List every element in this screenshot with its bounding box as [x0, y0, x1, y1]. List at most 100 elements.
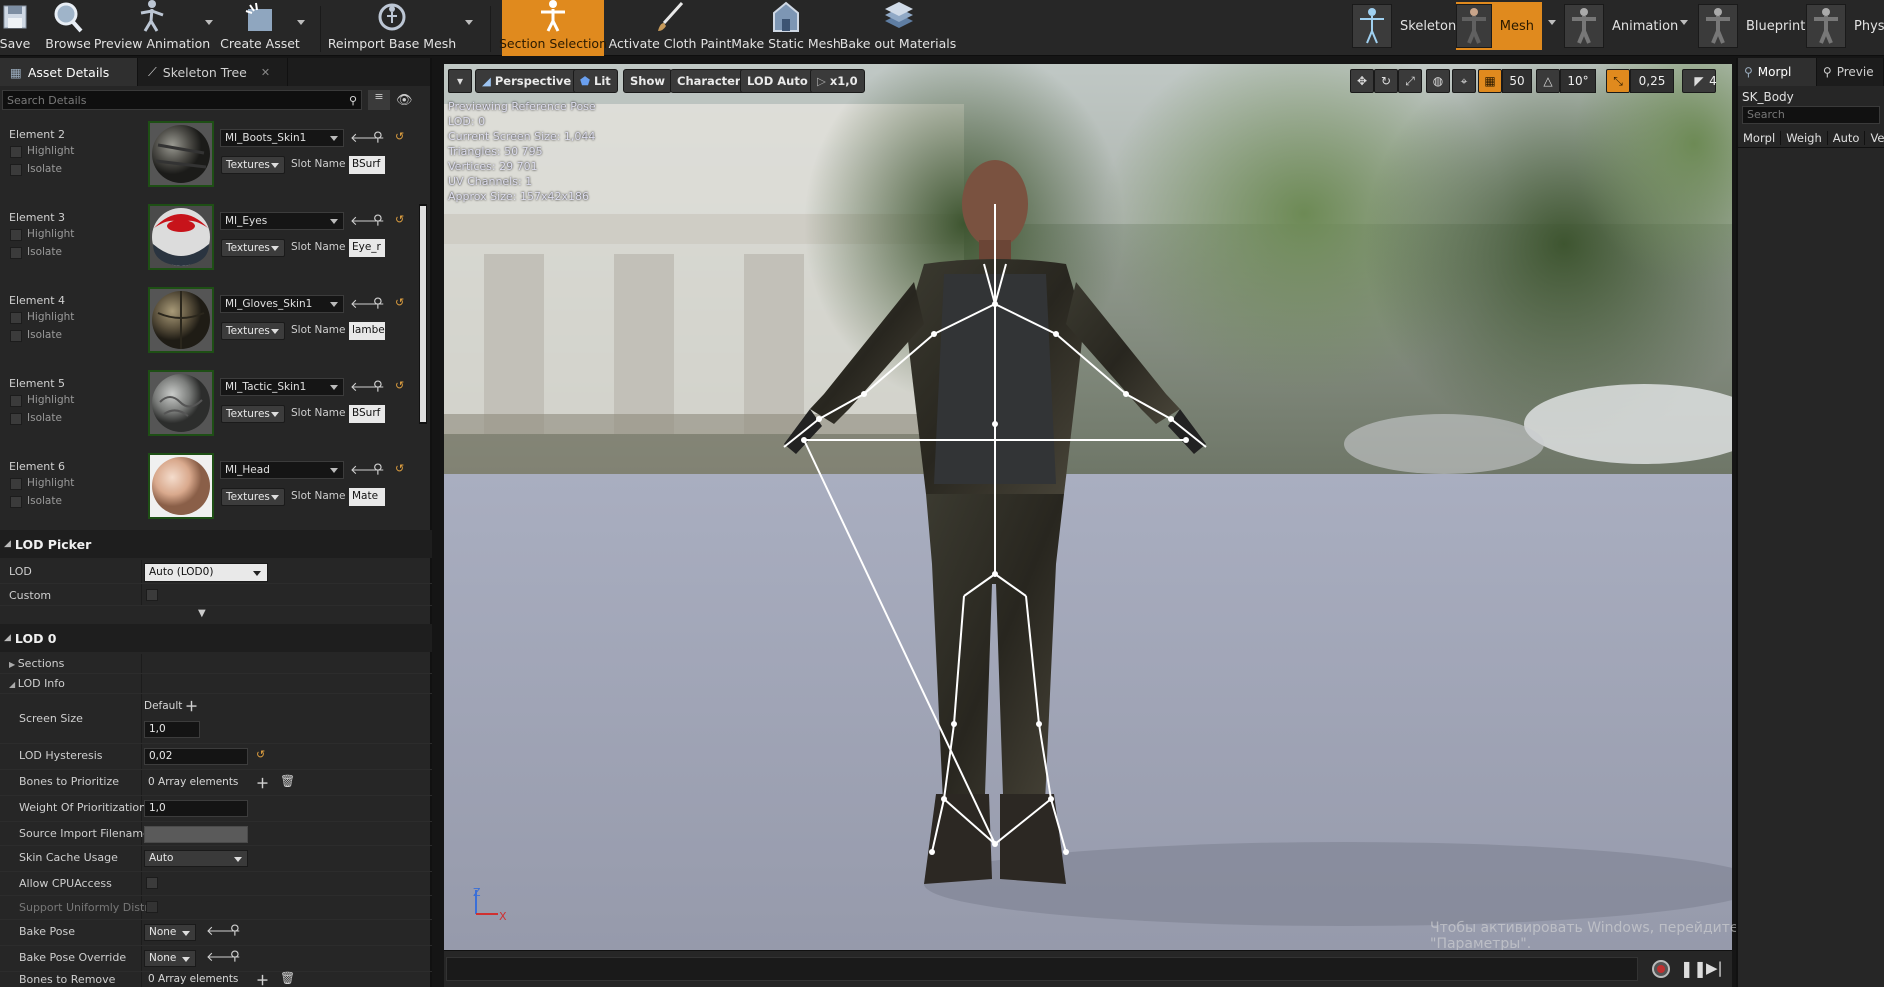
viewport[interactable]: [444, 64, 1732, 950]
tab-asset-details[interactable]: ▦ Asset Details: [0, 58, 138, 86]
tab-morph-target[interactable]: ⚲ Morpl: [1738, 58, 1817, 86]
allow-cpu-access-checkbox[interactable]: [146, 877, 158, 889]
lod-info-row[interactable]: ◢ LOD Info: [0, 674, 432, 694]
material-select[interactable]: MI_Head: [220, 461, 344, 479]
custom-checkbox[interactable]: [146, 589, 158, 601]
morph-search-input[interactable]: Search: [1742, 106, 1880, 124]
column-auto[interactable]: Auto: [1828, 130, 1866, 145]
rotation-snap-value[interactable]: 10°: [1560, 69, 1596, 93]
save-button[interactable]: Save: [0, 0, 30, 56]
slot-name-input[interactable]: Mate: [349, 488, 385, 506]
browse-magnifier-icon[interactable]: ⚲: [373, 296, 383, 311]
add-icon[interactable]: ＋: [185, 696, 198, 715]
eye-icon[interactable]: 👁: [396, 93, 413, 108]
bake-pose-override-select[interactable]: None: [144, 950, 196, 967]
create-asset-button[interactable]: Create Asset: [220, 0, 300, 56]
pause-icon[interactable]: ❚❚: [1680, 959, 1707, 978]
grid-snap-value[interactable]: 50: [1502, 69, 1532, 93]
scale-icon[interactable]: ⤢: [1398, 69, 1422, 93]
camera-speed-value[interactable]: 4: [1704, 69, 1722, 93]
isolate-checkbox[interactable]: [10, 413, 22, 425]
textures-dropdown[interactable]: Textures: [221, 239, 285, 257]
support-uniformly-checkbox[interactable]: [146, 901, 158, 913]
material-select[interactable]: MI_Tactic_Skin1: [220, 378, 344, 396]
material-thumbnail[interactable]: [148, 453, 214, 519]
reset-to-default-icon[interactable]: ↺: [395, 130, 404, 143]
trash-icon[interactable]: 🗑: [280, 971, 295, 985]
textures-dropdown[interactable]: Textures: [221, 488, 285, 506]
browse-magnifier-icon[interactable]: ⚲: [373, 213, 383, 228]
scale-snap-icon[interactable]: ⤡: [1606, 69, 1630, 93]
add-icon[interactable]: ＋: [256, 773, 269, 792]
mode-mesh-button[interactable]: Mesh: [1456, 2, 1542, 50]
tab-preview-settings[interactable]: ⚲ Previe: [1817, 58, 1884, 86]
column-vertices[interactable]: Ver: [1865, 131, 1884, 145]
source-import-filename-input[interactable]: [144, 826, 248, 843]
slot-name-input[interactable]: lambe: [349, 322, 385, 340]
grid-snap-icon[interactable]: ▦: [1478, 69, 1502, 93]
isolate-checkbox[interactable]: [10, 330, 22, 342]
character-button[interactable]: Character: [670, 69, 748, 93]
material-select[interactable]: MI_Gloves_Skin1: [220, 295, 344, 313]
translate-icon[interactable]: ✥: [1350, 69, 1374, 93]
lod-auto-button[interactable]: LOD Auto: [740, 69, 815, 93]
highlight-checkbox[interactable]: [10, 229, 22, 241]
slot-name-input[interactable]: Eye_r: [349, 239, 385, 257]
trash-icon[interactable]: 🗑: [280, 774, 295, 788]
reset-to-default-icon[interactable]: ↺: [395, 296, 404, 309]
elements-scrollbar[interactable]: [419, 204, 427, 424]
mode-animation-button[interactable]: Animation: [1564, 2, 1686, 50]
material-thumbnail[interactable]: [148, 370, 214, 436]
show-button[interactable]: Show: [623, 69, 672, 93]
textures-dropdown[interactable]: Textures: [221, 322, 285, 340]
mode-skeleton-button[interactable]: Skeleton: [1352, 2, 1464, 50]
preview-animation-dropdown-icon[interactable]: [205, 20, 213, 25]
timeline-scrubber[interactable]: [446, 957, 1638, 981]
slot-name-input[interactable]: BSurf: [349, 405, 385, 423]
reset-to-default-icon[interactable]: ↺: [256, 748, 265, 761]
screen-size-input[interactable]: 1,0: [144, 721, 200, 738]
rotation-snap-icon[interactable]: △: [1536, 69, 1560, 93]
textures-dropdown[interactable]: Textures: [221, 156, 285, 174]
animation-dropdown-icon[interactable]: [1680, 20, 1688, 25]
surface-snap-icon[interactable]: ⌖: [1452, 69, 1476, 93]
expand-chevron-icon[interactable]: ▼: [198, 608, 206, 619]
reset-to-default-icon[interactable]: ↺: [395, 213, 404, 226]
record-icon[interactable]: [1652, 960, 1670, 978]
world-local-icon[interactable]: ◍: [1426, 69, 1450, 93]
section-selection-button[interactable]: Section Selection: [499, 0, 607, 56]
mode-physics-button[interactable]: Phys: [1806, 2, 1884, 50]
highlight-checkbox[interactable]: [10, 478, 22, 490]
weight-input[interactable]: 1,0: [144, 800, 248, 817]
lod-hysteresis-input[interactable]: 0,02: [144, 748, 248, 765]
reimport-dropdown-icon[interactable]: [465, 20, 473, 25]
mesh-dropdown-icon[interactable]: [1548, 20, 1556, 25]
activate-cloth-paint-button[interactable]: Activate Cloth Paint: [609, 0, 731, 56]
lit-button[interactable]: ⬟ Lit: [573, 69, 618, 93]
bake-pose-select[interactable]: None: [144, 924, 196, 941]
material-select[interactable]: MI_Boots_Skin1: [220, 129, 344, 147]
mode-blueprint-button[interactable]: Blueprint: [1698, 2, 1813, 50]
step-forward-icon[interactable]: ▶|: [1706, 959, 1723, 977]
browse-magnifier-icon[interactable]: ⚲: [373, 379, 383, 394]
view-options-icon[interactable]: ≡: [368, 90, 390, 110]
bake-out-materials-button[interactable]: Bake out Materials: [840, 0, 956, 56]
sections-row[interactable]: ▶ Sections: [0, 654, 432, 674]
material-thumbnail[interactable]: [148, 204, 214, 270]
lod-select[interactable]: Auto (LOD0): [144, 563, 268, 582]
create-asset-dropdown-icon[interactable]: [297, 20, 305, 25]
perspective-button[interactable]: ◢ Perspective: [475, 69, 579, 93]
preview-animation-button[interactable]: Preview Animation: [94, 0, 210, 56]
column-morph[interactable]: Morpl: [1738, 130, 1782, 145]
lod-picker-header[interactable]: ◢ LOD Picker: [0, 530, 432, 558]
skin-cache-usage-select[interactable]: Auto: [144, 850, 248, 867]
lod0-header[interactable]: ◢ LOD 0: [0, 624, 432, 652]
scrollbar-thumb[interactable]: [420, 206, 426, 422]
material-thumbnail[interactable]: [148, 121, 214, 187]
close-icon[interactable]: ✕: [261, 66, 270, 79]
textures-dropdown[interactable]: Textures: [221, 405, 285, 423]
highlight-checkbox[interactable]: [10, 146, 22, 158]
highlight-checkbox[interactable]: [10, 395, 22, 407]
isolate-checkbox[interactable]: [10, 247, 22, 259]
make-static-mesh-button[interactable]: Make Static Mesh: [731, 0, 841, 56]
